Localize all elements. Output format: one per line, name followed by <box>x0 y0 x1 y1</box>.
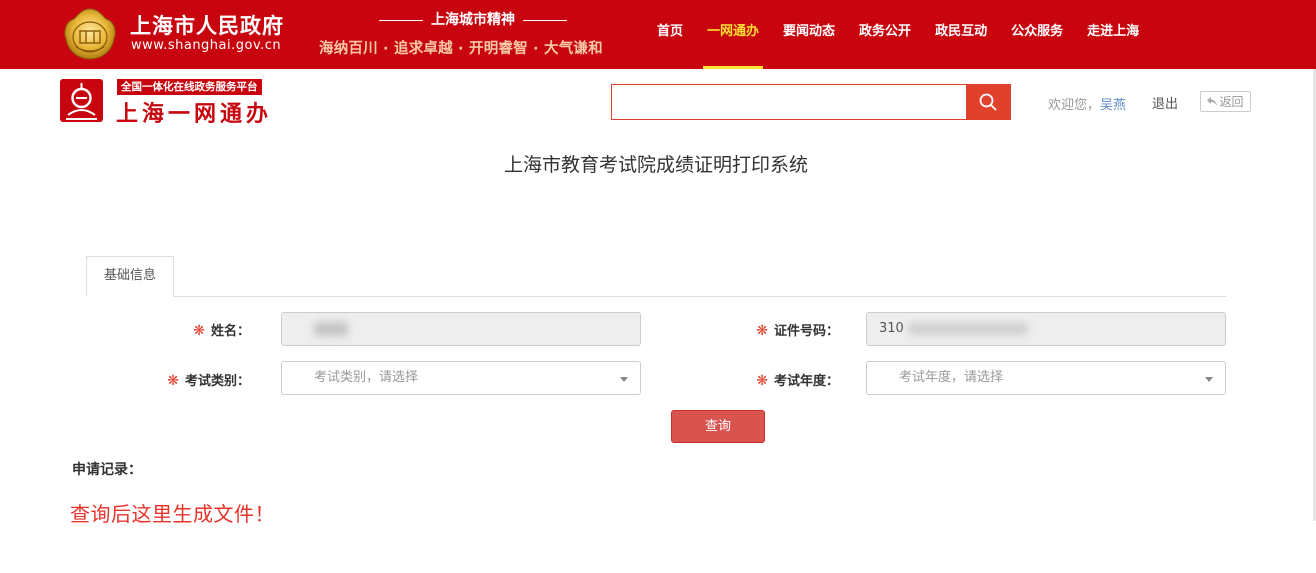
exam-year-placeholder: 考试年度，请选择 <box>899 370 1004 385</box>
divider-left <box>379 19 423 21</box>
tab-basic-info[interactable]: 基础信息 <box>86 256 174 297</box>
records-label: 申请记录： <box>72 462 142 478</box>
yiwangtongban-logo-icon <box>60 79 103 122</box>
name-redaction-blur <box>314 321 349 336</box>
exam-year-label: ❋ 考试年度： <box>747 370 839 389</box>
required-mark: ❋ <box>756 323 768 339</box>
name-label: ❋ 姓名： <box>190 320 250 339</box>
main-nav: 首页 一网通办 要闻动态 政务公开 政民互动 公众服务 走进上海 <box>645 0 1151 69</box>
welcome-prefix: 欢迎您， <box>1048 98 1101 113</box>
chevron-down-icon <box>620 377 628 382</box>
nav-item-news[interactable]: 要闻动态 <box>771 0 847 69</box>
gov-site-title[interactable]: 上海市人民政府 <box>130 10 284 40</box>
exam-year-select[interactable]: 考试年度，请选择 <box>866 361 1226 395</box>
shanghai-emblem-icon[interactable] <box>62 7 118 61</box>
yiwangtongban-logo[interactable]: 全国一体化在线政务服务平台 上海一网通办 <box>60 79 290 127</box>
gov-site-url[interactable]: www.shanghai.gov.cn <box>131 38 281 53</box>
city-spirit-slogan: 海纳百川 · 追求卓越 · 开明睿智 · 大气谦和 <box>319 41 603 57</box>
logo-tagline: 全国一体化在线政务服务平台 <box>117 79 262 95</box>
city-spirit-title: 上海城市精神 <box>431 12 515 28</box>
search-input[interactable] <box>612 85 966 119</box>
required-mark: ❋ <box>167 373 179 389</box>
top-header-bar: 上海市人民政府 www.shanghai.gov.cn 上海城市精神 海纳百川 … <box>0 0 1316 69</box>
search-box <box>611 84 1011 120</box>
exam-type-placeholder: 考试类别，请选择 <box>314 370 419 385</box>
username-link[interactable]: 吴燕 <box>1100 98 1126 113</box>
id-redaction-blur <box>907 322 1028 335</box>
welcome-text: 欢迎您，吴燕 <box>1048 94 1126 113</box>
name-field[interactable] <box>281 312 641 346</box>
search-button[interactable] <box>966 85 1010 119</box>
name-label-text: 姓名： <box>210 324 250 339</box>
nav-item-gov-affairs[interactable]: 政务公开 <box>847 0 923 69</box>
id-number-prefix: 310 <box>879 321 904 336</box>
nav-item-interaction[interactable]: 政民互动 <box>923 0 999 69</box>
exam-year-label-text: 考试年度： <box>773 374 839 389</box>
nav-item-public-service[interactable]: 公众服务 <box>999 0 1075 69</box>
id-number-field[interactable]: 310 <box>866 312 1226 346</box>
query-button[interactable]: 查询 <box>671 410 765 443</box>
back-button[interactable]: 返回 <box>1200 91 1251 112</box>
required-mark: ❋ <box>756 373 768 389</box>
return-arrow-icon <box>1207 97 1218 106</box>
page-title: 上海市教育考试院成绩证明打印系统 <box>503 154 808 176</box>
nav-item-yiwangtongban[interactable]: 一网通办 <box>695 0 771 69</box>
nav-item-home[interactable]: 首页 <box>645 0 695 69</box>
records-message: 查询后这里生成文件！ <box>70 502 275 526</box>
exam-type-label: ❋ 考试类别： <box>162 370 250 389</box>
logout-link[interactable]: 退出 <box>1152 93 1178 112</box>
tab-divider <box>86 296 1226 297</box>
required-mark: ❋ <box>193 323 205 339</box>
exam-type-label-text: 考试类别： <box>184 374 250 389</box>
back-button-label: 返回 <box>1219 95 1244 109</box>
city-spirit-heading: 上海城市精神 <box>370 9 576 29</box>
chevron-down-icon <box>1205 377 1213 382</box>
nav-item-about-shanghai[interactable]: 走进上海 <box>1075 0 1151 69</box>
search-icon <box>979 93 997 111</box>
divider-right <box>523 19 567 21</box>
exam-type-select[interactable]: 考试类别，请选择 <box>281 361 641 395</box>
logo-name: 上海一网通办 <box>116 102 273 127</box>
id-number-label: ❋ 证件号码： <box>747 320 839 339</box>
id-number-label-text: 证件号码： <box>773 324 839 339</box>
